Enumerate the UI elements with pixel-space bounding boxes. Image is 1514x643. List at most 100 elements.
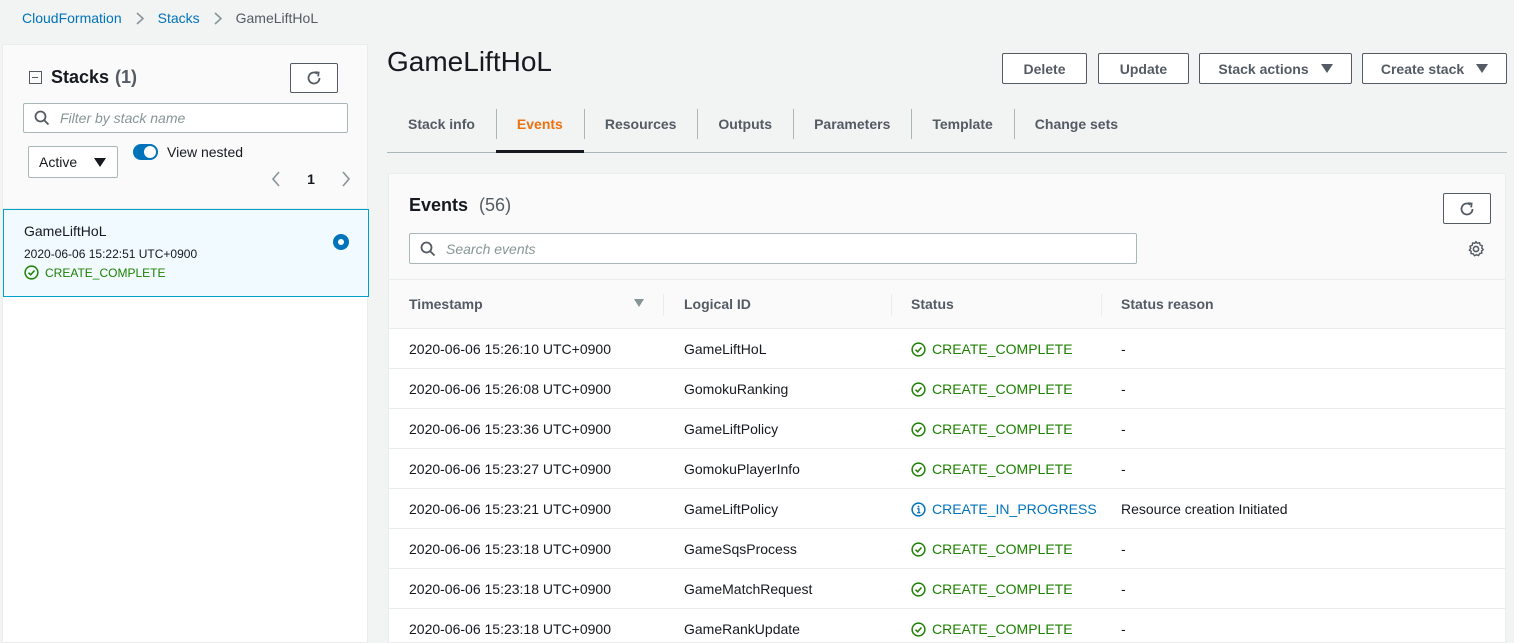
chevron-left-icon[interactable] — [271, 171, 281, 187]
cell-status-label: CREATE_COMPLETE — [932, 621, 1073, 637]
search-icon — [34, 110, 50, 126]
cell-status-label: CREATE_COMPLETE — [932, 341, 1073, 357]
cell-status: CREATE_COMPLETE — [911, 529, 1073, 569]
cell-status: CREATE_COMPLETE — [911, 409, 1073, 449]
tab-resources[interactable]: Resources — [583, 95, 698, 152]
tab-events[interactable]: Events — [495, 95, 584, 153]
view-nested-label: View nested — [167, 144, 244, 160]
stack-status-label: CREATE_COMPLETE — [45, 265, 166, 280]
refresh-icon — [307, 71, 321, 85]
stack-filter-input[interactable]: Filter by stack name — [23, 103, 348, 133]
cell-status-label: CREATE_COMPLETE — [932, 581, 1073, 597]
delete-button[interactable]: Delete — [1002, 53, 1087, 84]
table-row: 2020-06-06 15:23:36 UTC+0900 GameLiftPol… — [389, 409, 1505, 449]
tab-outputs[interactable]: Outputs — [697, 95, 793, 152]
page-number[interactable]: 1 — [307, 171, 315, 187]
column-header-status-reason[interactable]: Status reason — [1121, 280, 1214, 328]
column-header-status[interactable]: Status — [911, 280, 954, 328]
events-table-header: Timestamp Logical ID Status Status reaso… — [389, 280, 1505, 329]
tab-change-sets[interactable]: Change sets — [1013, 95, 1139, 152]
table-row: 2020-06-06 15:26:10 UTC+0900 GameLiftHoL… — [389, 329, 1505, 369]
cell-timestamp: 2020-06-06 15:23:27 UTC+0900 — [409, 461, 611, 477]
cell-timestamp: 2020-06-06 15:23:36 UTC+0900 — [409, 421, 611, 437]
cell-timestamp: 2020-06-06 15:23:18 UTC+0900 — [409, 541, 611, 557]
column-divider — [663, 294, 664, 316]
events-search-placeholder: Search events — [446, 240, 536, 257]
caret-down-icon — [1320, 64, 1333, 73]
gear-icon[interactable] — [1467, 240, 1485, 258]
column-divider — [1101, 294, 1102, 316]
info-circle-icon — [911, 501, 926, 517]
tab-stack-info[interactable]: Stack info — [387, 95, 496, 152]
check-circle-icon — [911, 421, 926, 437]
cell-status: CREATE_IN_PROGRESS — [911, 489, 1097, 529]
breadcrumb: CloudFormation Stacks GameLiftHoL — [22, 8, 318, 28]
cell-logical-id: GameLiftPolicy — [684, 501, 779, 517]
cell-logical-id: GameSqsProcess — [684, 541, 797, 557]
cell-timestamp: 2020-06-06 15:23:21 UTC+0900 — [409, 501, 611, 517]
stack-created-time: 2020-06-06 15:22:51 UTC+0900 — [24, 247, 198, 261]
stacks-refresh-button[interactable] — [290, 63, 338, 93]
check-circle-icon — [911, 461, 926, 477]
cell-timestamp: 2020-06-06 15:23:18 UTC+0900 — [409, 581, 611, 597]
cell-timestamp: 2020-06-06 15:26:10 UTC+0900 — [409, 341, 611, 357]
table-row: 2020-06-06 15:26:08 UTC+0900 GomokuRanki… — [389, 369, 1505, 409]
check-circle-icon — [911, 541, 926, 557]
tab-template[interactable]: Template — [911, 95, 1013, 152]
check-circle-icon — [24, 265, 39, 280]
stack-name: GameLiftHoL — [24, 223, 107, 239]
sort-descending-icon[interactable] — [634, 299, 644, 307]
page-title: GameLiftHoL — [387, 46, 552, 77]
cell-status-reason: - — [1121, 461, 1126, 477]
column-header-timestamp[interactable]: Timestamp — [409, 280, 483, 328]
stack-list-item[interactable]: GameLiftHoL 2020-06-06 15:22:51 UTC+0900… — [3, 209, 369, 297]
events-refresh-button[interactable] — [1443, 193, 1491, 224]
breadcrumb-current: GameLiftHoL — [235, 10, 319, 26]
cell-status-label: CREATE_COMPLETE — [932, 381, 1073, 397]
check-circle-icon — [911, 621, 926, 637]
stack-status-select-value: Active — [39, 154, 78, 170]
table-row: 2020-06-06 15:23:18 UTC+0900 GameRankUpd… — [389, 609, 1505, 643]
update-button-label: Update — [1119, 60, 1168, 77]
view-nested-toggle-wrap: View nested — [133, 144, 243, 160]
cell-status-reason: - — [1121, 541, 1126, 557]
tab-parameters[interactable]: Parameters — [793, 95, 911, 152]
cell-status-reason: - — [1121, 581, 1126, 597]
cell-status: CREATE_COMPLETE — [911, 369, 1073, 409]
cell-status: CREATE_COMPLETE — [911, 449, 1073, 489]
stacks-count: (1) — [115, 67, 138, 87]
table-row: 2020-06-06 15:23:21 UTC+0900 GameLiftPol… — [389, 489, 1505, 529]
cell-timestamp: 2020-06-06 15:26:08 UTC+0900 — [409, 381, 611, 397]
column-header-logical-id[interactable]: Logical ID — [684, 280, 751, 328]
events-panel: Events (56) Search events Timestamp Logi… — [388, 173, 1506, 643]
view-nested-toggle[interactable] — [133, 144, 158, 160]
events-header: Events (56) Search events — [389, 174, 1505, 280]
stack-select-radio[interactable] — [333, 234, 349, 250]
table-row: 2020-06-06 15:23:18 UTC+0900 GameMatchRe… — [389, 569, 1505, 609]
table-row: 2020-06-06 15:23:27 UTC+0900 GomokuPlaye… — [389, 449, 1505, 489]
cell-status-reason: Resource creation Initiated — [1121, 501, 1288, 517]
cell-status-reason: - — [1121, 421, 1126, 437]
stack-actions-button[interactable]: Stack actions — [1199, 53, 1352, 84]
events-search-input[interactable]: Search events — [409, 233, 1137, 264]
stack-status-select[interactable]: Active — [28, 146, 118, 178]
cell-status-label: CREATE_COMPLETE — [932, 541, 1073, 557]
breadcrumb-stacks[interactable]: Stacks — [158, 10, 200, 26]
check-circle-icon — [911, 581, 926, 597]
stacks-panel: Stacks (1) Filter by stack name Active V… — [2, 44, 369, 643]
chevron-right-icon — [136, 11, 144, 25]
cell-logical-id: GomokuPlayerInfo — [684, 461, 800, 477]
cell-status-label: CREATE_COMPLETE — [932, 421, 1073, 437]
stack-actions-label: Stack actions — [1218, 60, 1309, 77]
chevron-right-icon — [214, 11, 222, 25]
cell-logical-id: GameLiftHoL — [684, 341, 767, 357]
breadcrumb-cloudformation[interactable]: CloudFormation — [22, 10, 122, 26]
search-icon — [420, 241, 436, 256]
check-circle-icon — [911, 381, 926, 397]
chevron-right-icon[interactable] — [341, 171, 351, 187]
cell-status: CREATE_COMPLETE — [911, 609, 1073, 643]
create-stack-button[interactable]: Create stack — [1362, 53, 1507, 84]
stack-tabs: Stack info Events Resources Outputs Para… — [387, 95, 1507, 153]
update-button[interactable]: Update — [1098, 53, 1189, 84]
collapse-icon[interactable] — [29, 71, 42, 84]
